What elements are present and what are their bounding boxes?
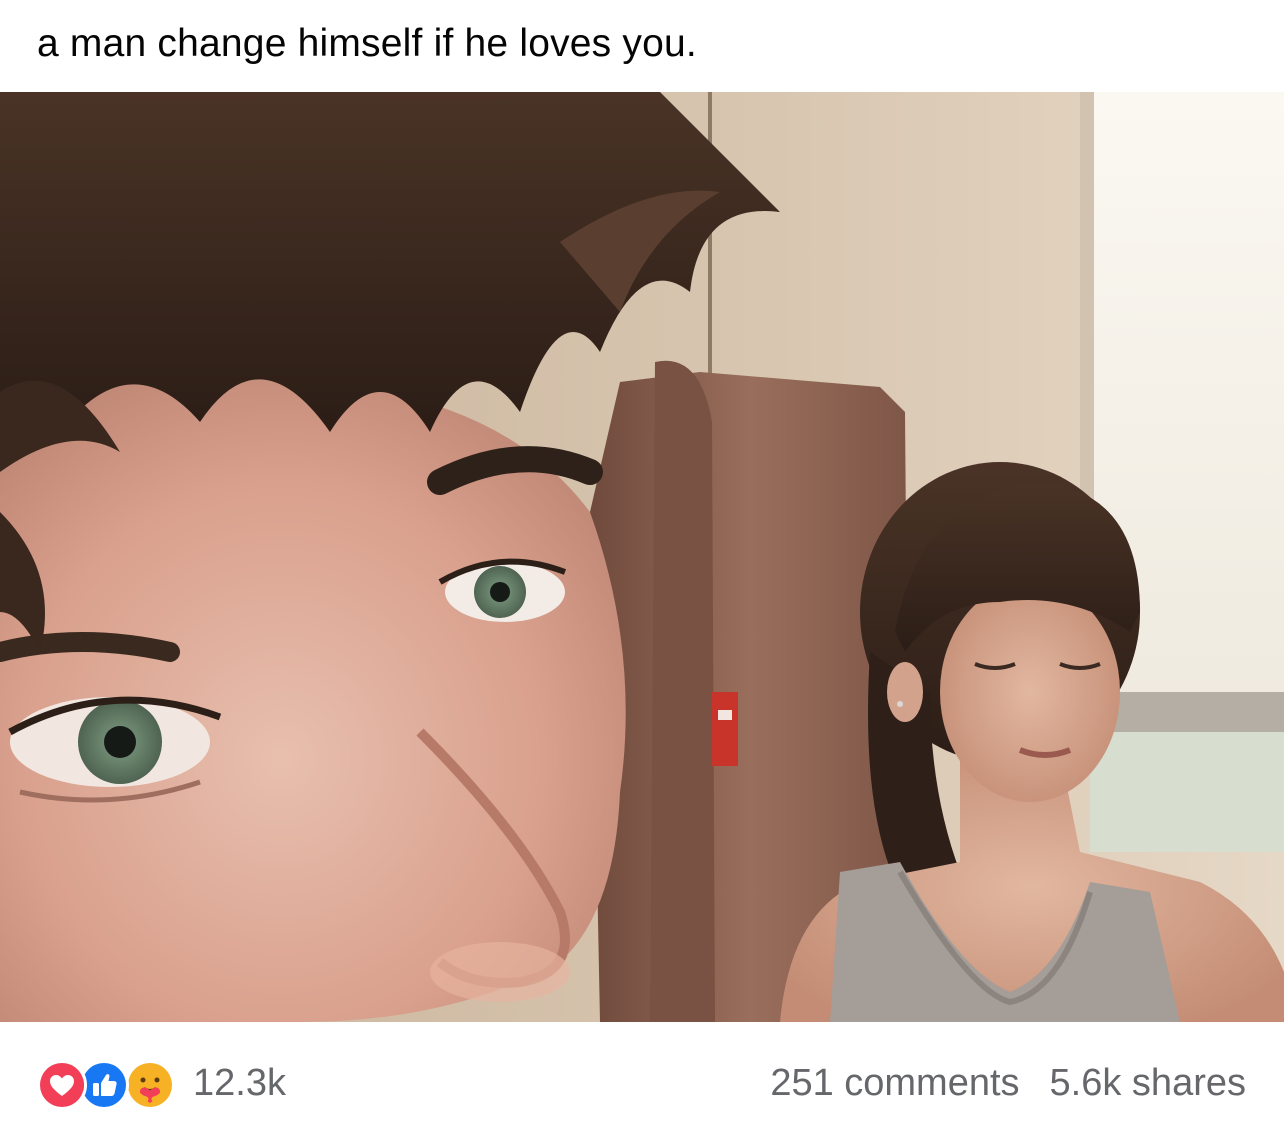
post-footer: 12.3k 251 comments 5.6k shares xyxy=(0,1022,1284,1132)
selfie-photo xyxy=(0,92,1284,1022)
post-photo[interactable] xyxy=(0,92,1284,1022)
facebook-post: a man change himself if he loves you. 12… xyxy=(0,0,1284,1132)
reactions-summary[interactable]: 12.3k xyxy=(37,1058,286,1110)
post-caption: a man change himself if he loves you. xyxy=(37,22,697,65)
post-stats: 251 comments 5.6k shares xyxy=(770,1058,1246,1108)
care-reaction-icon xyxy=(125,1060,175,1110)
comments-count-link[interactable]: 251 comments xyxy=(770,1058,1019,1108)
shares-count-link[interactable]: 5.6k shares xyxy=(1050,1058,1246,1108)
reaction-count: 12.3k xyxy=(193,1062,286,1104)
reaction-icons xyxy=(37,1058,185,1110)
love-reaction-icon xyxy=(37,1060,87,1110)
